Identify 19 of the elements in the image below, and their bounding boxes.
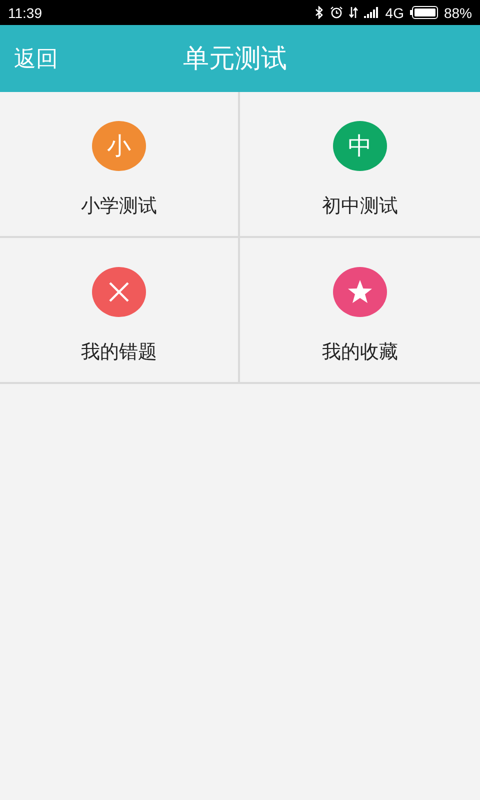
tile-label: 初中测试 — [322, 194, 398, 219]
network-type: 4G — [385, 4, 404, 20]
page-title: 单元测试 — [183, 43, 287, 76]
glyph-badge-icon: 中 — [333, 121, 387, 171]
data-arrows-icon — [349, 6, 358, 19]
menu-tile[interactable]: 我的错题 — [0, 238, 240, 382]
tile-label: 我的收藏 — [322, 340, 398, 365]
signal-icon — [364, 7, 380, 18]
battery-icon — [410, 6, 438, 19]
clock-time: 11:39 — [8, 4, 42, 20]
menu-tile[interactable]: 小 小学测试 — [0, 92, 240, 238]
menu-tile[interactable]: 中 初中测试 — [240, 92, 480, 238]
tile-label: 小学测试 — [81, 194, 157, 219]
tile-label: 我的错题 — [81, 340, 157, 365]
menu-tile[interactable]: 我的收藏 — [240, 238, 480, 382]
battery-percent: 88% — [444, 4, 472, 20]
alarm-clock-icon — [330, 6, 344, 19]
glyph-badge-icon: 小 — [92, 121, 146, 171]
bluetooth-icon — [315, 6, 324, 19]
